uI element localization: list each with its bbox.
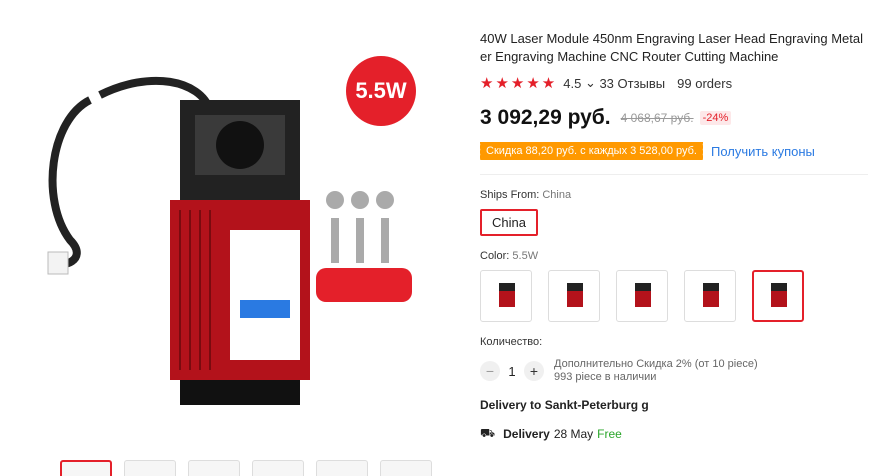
- rating-row: ★★★★★ 4.5 ⌄ 33 Отзывы 99 orders: [480, 74, 868, 92]
- current-price: 3 092,29 руб.: [480, 106, 611, 129]
- color-label: Color: 5.5W: [480, 250, 868, 262]
- color-option[interactable]: [616, 270, 668, 322]
- quantity-value[interactable]: 1: [500, 364, 524, 379]
- quantity-label: Количество:: [480, 336, 543, 348]
- chevron-down-icon[interactable]: ⌄: [581, 75, 599, 91]
- thumbnail[interactable]: [252, 460, 304, 476]
- product-title: 40W Laser Module 450nm Engraving Laser H…: [480, 31, 863, 64]
- decrease-button[interactable]: −: [480, 361, 500, 381]
- color-value: 5.5W: [512, 250, 539, 262]
- discount-badge: -24%: [699, 111, 732, 125]
- old-price: 4 068,67 руб.: [620, 111, 694, 125]
- rating-value: 4.5: [563, 75, 582, 91]
- quantity-stepper: − 1 + Дополнительно Скидка 2% (от 10 pie…: [480, 358, 868, 384]
- delivery-title[interactable]: Delivery to Sankt-Peterburg g: [480, 398, 868, 412]
- bulk-discount-text: Дополнительно Скидка 2% (от 10 piece): [554, 358, 758, 370]
- ships-from-text: Ships From:: [480, 189, 540, 201]
- ship-option-china[interactable]: China: [480, 209, 538, 236]
- reviews-link[interactable]: 33 Отзывы: [599, 76, 665, 91]
- thumbnail[interactable]: [124, 460, 176, 476]
- color-option-selected[interactable]: [752, 270, 804, 322]
- color-option[interactable]: [684, 270, 736, 322]
- delivery-row: ⛟ Delivery 28 May Free: [480, 426, 868, 442]
- color-option[interactable]: [548, 270, 600, 322]
- stock-text: 993 piece в наличии: [554, 371, 657, 383]
- quantity-note: Дополнительно Скидка 2% (от 10 piece) 99…: [554, 358, 758, 384]
- increase-button[interactable]: +: [524, 361, 544, 381]
- get-coupons-link[interactable]: Получить купоны: [711, 144, 815, 159]
- color-text: Color:: [480, 250, 510, 262]
- coupon-row: Скидка 88,20 руб. с каждых 3 528,00 руб.…: [478, 142, 868, 175]
- ships-from-value: China: [542, 189, 572, 201]
- product-info: 40W Laser Module 450nm Engraving Laser H…: [478, 30, 868, 442]
- thumbnail[interactable]: [188, 460, 240, 476]
- price-row: 3 092,29 руб. 4 068,67 руб. -24%: [480, 106, 868, 130]
- delivery-date: 28 May: [553, 427, 594, 441]
- ships-from-label: Ships From: China: [480, 189, 868, 201]
- star-rating-icon: ★★★★★: [480, 75, 558, 92]
- delivery-label: Delivery: [503, 427, 550, 441]
- thumbnail[interactable]: [60, 460, 112, 476]
- thumbnail[interactable]: [380, 460, 432, 476]
- product-gallery: 5.5W: [0, 0, 470, 476]
- truck-icon: ⛟: [480, 426, 496, 440]
- thumbnail-list: [60, 460, 432, 476]
- delivery-free: Free: [597, 427, 622, 441]
- coupon-badge[interactable]: Скидка 88,20 руб. с каждых 3 528,00 руб.: [478, 142, 703, 160]
- color-options: [480, 270, 868, 322]
- thumbnail[interactable]: [316, 460, 368, 476]
- main-product-image[interactable]: [30, 40, 440, 440]
- orders-count: 99 orders: [677, 75, 733, 91]
- color-option[interactable]: [480, 270, 532, 322]
